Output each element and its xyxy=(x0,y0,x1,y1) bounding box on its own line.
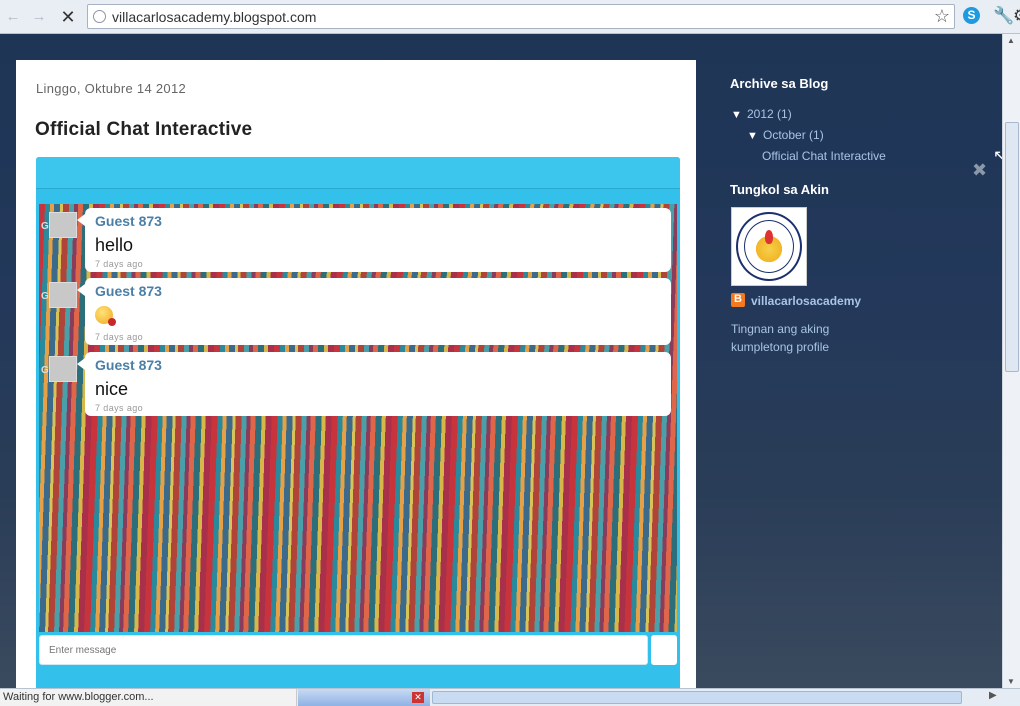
address-url[interactable]: villacarlosacademy.blogspot.com xyxy=(112,9,316,25)
message-time: 7 days ago xyxy=(95,259,144,269)
scroll-down-icon[interactable]: ▼ xyxy=(1007,677,1015,686)
archive-month[interactable]: ▼ October (1) xyxy=(747,128,824,142)
scroll-right-icon[interactable]: ▶ xyxy=(989,690,997,701)
message-bubble: Guest 873 7 days ago xyxy=(77,278,671,345)
tools-icon[interactable]: ✖ xyxy=(972,160,987,181)
profile-name-link[interactable]: villacarlosacademy xyxy=(751,294,861,308)
send-button[interactable] xyxy=(651,635,677,665)
chat-message: G Guest 873 hello 7 days ago xyxy=(39,208,673,272)
back-icon[interactable]: ← xyxy=(4,8,22,26)
message-bubble: Guest 873 nice 7 days ago xyxy=(77,352,671,416)
close-icon[interactable]: ✕ xyxy=(412,692,424,703)
settings-menu-icon[interactable]: ⚙ xyxy=(1013,6,1020,26)
page-info-icon[interactable] xyxy=(93,10,106,23)
view-profile-link[interactable]: Tingnan ang aking kumpletong profile xyxy=(731,320,891,356)
collapse-triangle-icon[interactable]: ▼ xyxy=(747,130,759,142)
guest-initial: G xyxy=(41,365,49,376)
skype-extension-icon[interactable]: S xyxy=(963,7,980,24)
address-bar[interactable]: villacarlosacademy.blogspot.com ☆ xyxy=(87,4,955,29)
message-input[interactable] xyxy=(40,636,647,664)
status-text: Waiting for www.blogger.com... xyxy=(0,689,297,706)
download-item[interactable] xyxy=(298,689,430,706)
chat-message-area[interactable]: G Guest 873 hello 7 days ago G Guest 873… xyxy=(39,204,677,632)
message-time: 7 days ago xyxy=(95,332,144,342)
chat-message-field[interactable] xyxy=(39,635,648,665)
message-text: nice xyxy=(95,379,129,399)
archive-month-label[interactable]: October xyxy=(763,128,806,142)
scrollbar-thumb[interactable] xyxy=(1005,122,1019,372)
post-date: Linggo, Oktubre 14 2012 xyxy=(36,81,187,96)
guest-initial: G xyxy=(41,221,49,232)
horizontal-scrollbar[interactable] xyxy=(432,691,962,704)
message-bubble: Guest 873 hello 7 days ago xyxy=(77,208,671,272)
post-title[interactable]: Official Chat Interactive xyxy=(35,119,252,141)
emoticon-icon xyxy=(95,306,116,326)
about-heading: Tungkol sa Akin xyxy=(730,182,829,197)
archive-year[interactable]: ▼ 2012 (1) xyxy=(731,107,792,121)
browser-toolbar: ← → ✕ villacarlosacademy.blogspot.com ☆ … xyxy=(0,0,1020,34)
collapse-triangle-icon[interactable]: ▼ xyxy=(731,109,743,121)
chat-message: G Guest 873 nice 7 days ago xyxy=(39,352,673,416)
profile-photo[interactable] xyxy=(731,207,807,286)
stop-loading-icon[interactable]: ✕ xyxy=(58,7,78,27)
message-author[interactable]: Guest 873 xyxy=(95,283,162,299)
blog-post: Linggo, Oktubre 14 2012 Official Chat In… xyxy=(16,60,696,688)
message-time: 7 days ago xyxy=(95,403,144,413)
archive-month-count: (1) xyxy=(809,128,824,142)
page-viewport: Linggo, Oktubre 14 2012 Official Chat In… xyxy=(0,34,1002,688)
chat-header xyxy=(36,157,680,189)
message-author[interactable]: Guest 873 xyxy=(95,357,162,373)
seal-emblem xyxy=(744,220,794,273)
avatar xyxy=(49,212,77,238)
torch-icon xyxy=(765,230,773,244)
archive-year-count: (1) xyxy=(777,107,792,121)
chat-message: G Guest 873 7 days ago xyxy=(39,278,673,345)
archive-year-label[interactable]: 2012 xyxy=(747,107,774,121)
status-bar: Waiting for www.blogger.com... ✕ ▶ xyxy=(0,688,1020,706)
avatar xyxy=(49,282,77,308)
vertical-scrollbar[interactable]: ▲ ▼ xyxy=(1002,34,1020,688)
message-text: hello xyxy=(95,235,134,255)
guest-initial: G xyxy=(41,291,49,302)
archive-post-link[interactable]: Official Chat Interactive xyxy=(762,149,886,163)
archive-heading: Archive sa Blog xyxy=(730,76,829,91)
blogger-icon xyxy=(731,293,745,307)
chat-widget: G Guest 873 hello 7 days ago G Guest 873… xyxy=(36,157,680,688)
scroll-up-icon[interactable]: ▲ xyxy=(1007,36,1015,45)
forward-icon[interactable]: → xyxy=(30,8,48,26)
wrench-menu-icon[interactable]: 🔧 xyxy=(993,6,1014,26)
bookmark-star-icon[interactable]: ☆ xyxy=(934,6,950,27)
message-author[interactable]: Guest 873 xyxy=(95,213,162,229)
avatar xyxy=(49,356,77,382)
